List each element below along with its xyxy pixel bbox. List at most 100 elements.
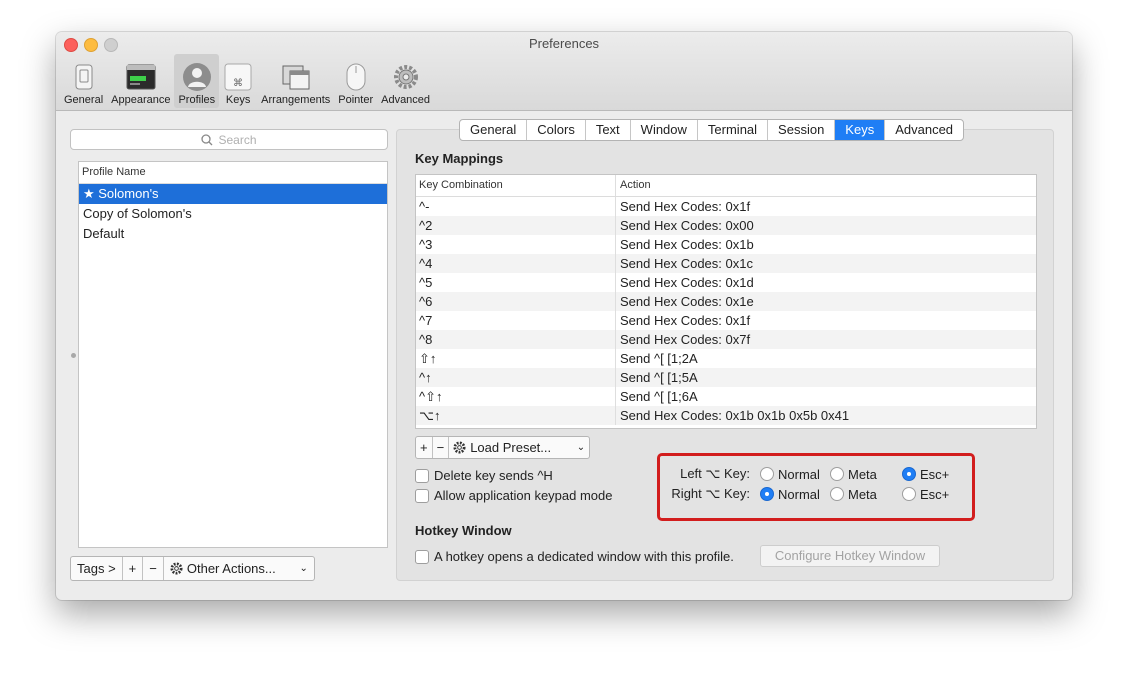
checkbox-box[interactable] bbox=[415, 549, 429, 564]
hotkey-checkbox[interactable]: A hotkey opens a dedicated window with t… bbox=[415, 549, 734, 564]
profile-list-header[interactable]: Profile Name bbox=[79, 162, 387, 184]
radio-button-selected[interactable] bbox=[902, 467, 916, 481]
key-cell: ^⇧↑ bbox=[416, 387, 616, 406]
action-cell: Send Hex Codes: 0x1e bbox=[620, 294, 754, 309]
column-action[interactable]: Action bbox=[616, 175, 651, 196]
profile-row-default[interactable]: Default bbox=[79, 224, 387, 244]
table-row[interactable]: ⌥↑ Send Hex Codes: 0x1b 0x1b 0x5b 0x41 bbox=[416, 406, 1036, 425]
toolbar-arrangements[interactable]: Arrangements bbox=[257, 54, 334, 108]
hotkey-window-title: Hotkey Window bbox=[415, 523, 512, 538]
key-mappings-title: Key Mappings bbox=[415, 151, 504, 166]
profile-row-copy-of-solomons[interactable]: Copy of Solomon's bbox=[79, 204, 387, 224]
table-row[interactable]: ^4 Send Hex Codes: 0x1c bbox=[416, 254, 1036, 273]
tab-window[interactable]: Window bbox=[631, 120, 698, 140]
key-cell: ^4 bbox=[416, 254, 616, 273]
toolbar-general[interactable]: General bbox=[60, 54, 107, 108]
key-cell: ⇧↑ bbox=[416, 349, 616, 368]
checkbox-box[interactable] bbox=[415, 488, 429, 503]
tab-general[interactable]: General bbox=[460, 120, 528, 140]
toolbar-pointer-label: Pointer bbox=[338, 94, 374, 106]
other-actions-menu[interactable]: Other Actions... ⌄ bbox=[164, 557, 314, 580]
tab-terminal[interactable]: Terminal bbox=[698, 120, 769, 140]
toolbar-keys[interactable]: ⌘ Keys bbox=[219, 54, 257, 108]
chevron-down-icon: ⌄ bbox=[576, 442, 586, 453]
radio-button[interactable] bbox=[830, 467, 844, 481]
delete-sends-h-checkbox[interactable]: Delete key sends ^H bbox=[415, 468, 553, 483]
terminal-window-icon bbox=[126, 64, 156, 90]
table-row[interactable]: ^6 Send Hex Codes: 0x1e bbox=[416, 292, 1036, 311]
add-profile-button[interactable]: + bbox=[123, 557, 144, 580]
toolbar-advanced-label: Advanced bbox=[381, 94, 431, 106]
left-option-key-label: Left ⌥ Key: bbox=[680, 466, 750, 481]
key-cell: ^5 bbox=[416, 273, 616, 292]
action-cell: Send ^[ [1;6A bbox=[620, 389, 698, 404]
toolbar-advanced[interactable]: Advanced bbox=[377, 54, 434, 108]
profile-row-solomons[interactable]: ★ Solomon's bbox=[79, 184, 387, 204]
window-title: Preferences bbox=[528, 36, 600, 51]
left-esc-radio[interactable]: Esc+ bbox=[902, 467, 962, 482]
toolbar-arrangements-label: Arrangements bbox=[261, 94, 331, 106]
search-placeholder: Search bbox=[218, 132, 257, 147]
table-row[interactable]: ^↑ Send ^[ [1;5A bbox=[416, 368, 1036, 387]
radio-button-selected[interactable] bbox=[760, 487, 774, 501]
radio-button[interactable] bbox=[830, 487, 844, 501]
key-cell: ^2 bbox=[416, 216, 616, 235]
radio-label: Normal bbox=[778, 466, 820, 482]
table-row[interactable]: ^7 Send Hex Codes: 0x1f bbox=[416, 311, 1036, 330]
split-view-handle[interactable] bbox=[71, 353, 76, 358]
phone-icon bbox=[75, 64, 93, 90]
action-cell: Send Hex Codes: 0x1b bbox=[620, 237, 754, 252]
radio-button[interactable] bbox=[902, 487, 916, 501]
profile-search-field[interactable]: Search bbox=[70, 129, 388, 150]
table-row[interactable]: ^5 Send Hex Codes: 0x1d bbox=[416, 273, 1036, 292]
profile-list: Profile Name ★ Solomon's Copy of Solomon… bbox=[78, 161, 388, 548]
tags-button[interactable]: Tags > bbox=[71, 557, 123, 580]
load-preset-menu[interactable]: Load Preset... ⌄ bbox=[449, 437, 589, 458]
action-cell: Send Hex Codes: 0x1f bbox=[620, 199, 751, 214]
table-row[interactable]: ⇧↑ Send ^[ [1;2A bbox=[416, 349, 1036, 368]
toolbar-profiles-label: Profiles bbox=[178, 94, 216, 106]
tab-colors[interactable]: Colors bbox=[527, 120, 586, 140]
right-meta-radio[interactable]: Meta bbox=[830, 487, 902, 502]
tab-session[interactable]: Session bbox=[768, 120, 836, 140]
right-normal-radio[interactable]: Normal bbox=[760, 487, 830, 502]
tab-advanced[interactable]: Advanced bbox=[885, 120, 963, 140]
table-row[interactable]: ^⇧↑ Send ^[ [1;6A bbox=[416, 387, 1036, 406]
profile-tab-bar: General Colors Text Window Terminal Sess… bbox=[459, 119, 965, 141]
toolbar-pointer[interactable]: Pointer bbox=[334, 54, 377, 108]
right-option-key-label: Right ⌥ Key: bbox=[671, 486, 750, 501]
gear-icon bbox=[453, 441, 466, 454]
remove-mapping-button[interactable]: − bbox=[433, 437, 450, 458]
configure-hotkey-window-button[interactable]: Configure Hotkey Window bbox=[760, 545, 940, 567]
keypad-mode-checkbox[interactable]: Allow application keypad mode bbox=[415, 488, 613, 503]
add-mapping-button[interactable]: + bbox=[416, 437, 433, 458]
table-row[interactable]: ^2 Send Hex Codes: 0x00 bbox=[416, 216, 1036, 235]
action-cell: Send ^[ [1;2A bbox=[620, 351, 698, 366]
column-key-combination[interactable]: Key Combination bbox=[416, 175, 616, 196]
action-cell: Send Hex Codes: 0x7f bbox=[620, 332, 751, 347]
title-bar: Preferences General Appearance Profiles … bbox=[56, 32, 1072, 111]
table-row[interactable]: ^8 Send Hex Codes: 0x7f bbox=[416, 330, 1036, 349]
radio-button[interactable] bbox=[760, 467, 774, 481]
left-normal-radio[interactable]: Normal bbox=[760, 467, 830, 482]
key-cell: ⌥↑ bbox=[416, 406, 616, 425]
hotkey-checkbox-label: A hotkey opens a dedicated window with t… bbox=[434, 549, 734, 564]
tab-keys[interactable]: Keys bbox=[835, 120, 886, 140]
tab-text[interactable]: Text bbox=[586, 120, 631, 140]
preferences-window: Preferences General Appearance Profiles … bbox=[56, 32, 1072, 600]
gear-icon bbox=[393, 65, 418, 89]
toolbar-general-label: General bbox=[64, 94, 104, 106]
toolbar-appearance[interactable]: Appearance bbox=[107, 54, 174, 108]
table-row[interactable]: ^3 Send Hex Codes: 0x1b bbox=[416, 235, 1036, 254]
window-arrangement-icon bbox=[282, 65, 310, 90]
remove-profile-button[interactable]: − bbox=[143, 557, 164, 580]
radio-label: Meta bbox=[848, 466, 877, 482]
checkbox-box[interactable] bbox=[415, 468, 429, 483]
table-row[interactable]: ^- Send Hex Codes: 0x1f bbox=[416, 197, 1036, 216]
left-meta-radio[interactable]: Meta bbox=[830, 467, 902, 482]
key-mappings-table: Key Combination Action ^- Send Hex Codes:… bbox=[415, 174, 1037, 429]
radio-label: Esc+ bbox=[920, 486, 950, 502]
right-esc-radio[interactable]: Esc+ bbox=[902, 487, 962, 502]
toolbar-profiles[interactable]: Profiles bbox=[174, 54, 220, 108]
command-key-icon: ⌘ bbox=[224, 63, 252, 91]
